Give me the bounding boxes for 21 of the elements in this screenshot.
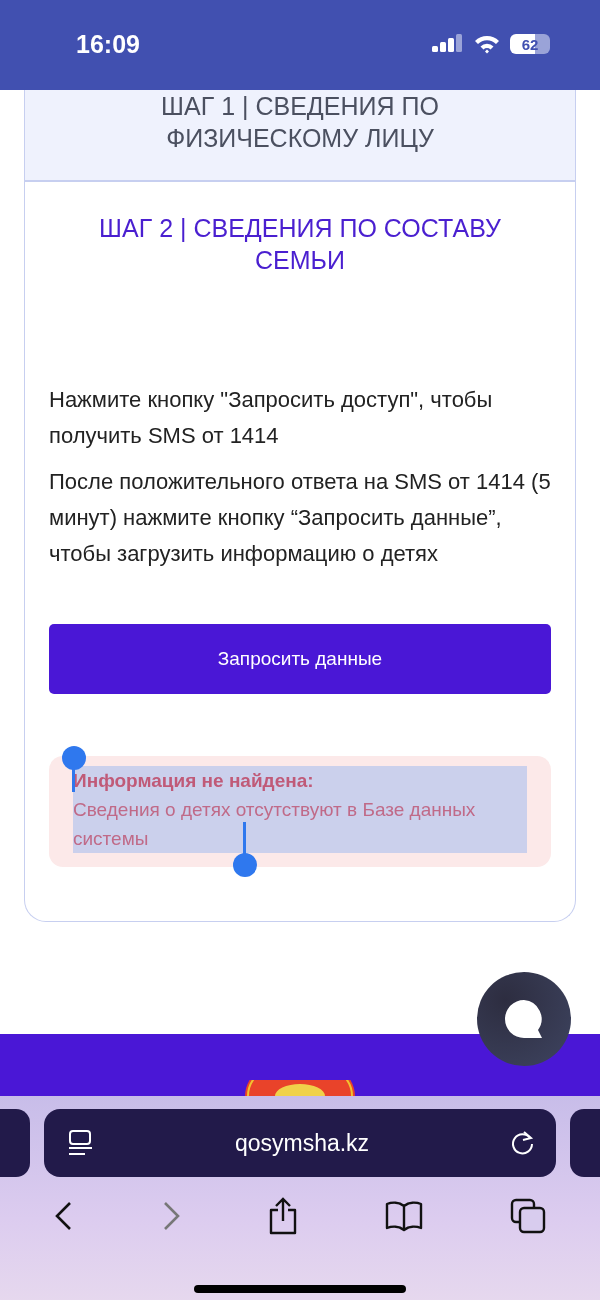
tab-preview[interactable] (0, 1109, 30, 1177)
alert-title: Информация не найдена: (73, 766, 527, 795)
step-header[interactable]: ШАГ 1 | СВЕДЕНИЯ ПО ФИЗИЧЕСКОМУ ЛИЦУ (25, 90, 575, 182)
request-data-button[interactable]: Запросить данные (49, 624, 551, 694)
instruction-text: Нажмите кнопку "Запросить доступ", чтобы получить SMS от 1414 (49, 386, 494, 450)
alert-message: Сведения о детях отсутствуют в Базе данных системы (73, 795, 527, 853)
book-icon[interactable] (385, 1200, 424, 1232)
share-icon[interactable] (267, 1197, 298, 1235)
instruction-text: После положительного ответа на SMS от 1414 (5 минут) нажмите кнопку “Запросить данные”, чтобы загрузить информацию о детях (49, 468, 551, 568)
tab-preview[interactable] (570, 1109, 600, 1177)
address-bar[interactable]: qosymsha.kz (44, 1109, 556, 1177)
battery-icon: 62 (510, 34, 550, 54)
wifi-icon (474, 34, 500, 54)
tabs-icon[interactable] (510, 1198, 547, 1234)
selection-handle-icon[interactable] (232, 822, 258, 878)
signal-icon (432, 34, 464, 54)
clock-time: 16:09 (76, 29, 140, 59)
page-menu-icon[interactable] (68, 1129, 94, 1157)
url-text: qosymsha.kz (234, 1129, 370, 1157)
reload-icon[interactable] (510, 1129, 536, 1157)
back-icon[interactable] (53, 1201, 74, 1231)
